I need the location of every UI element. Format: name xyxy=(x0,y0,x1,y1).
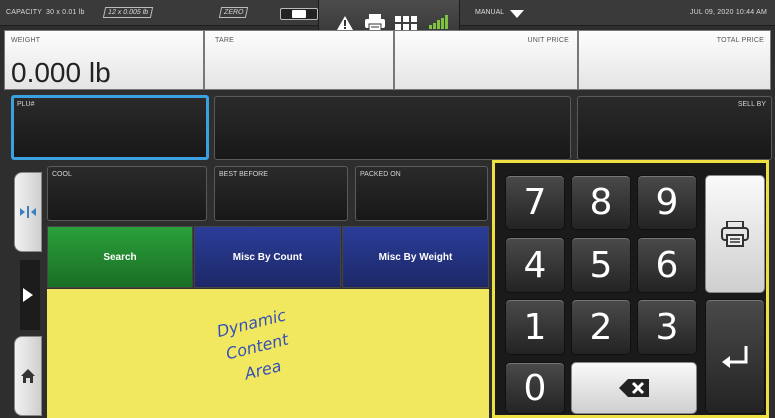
key-1[interactable]: 1 xyxy=(505,299,565,355)
mode-label[interactable]: MANUAL xyxy=(475,9,504,16)
collapse-button[interactable] xyxy=(14,172,42,252)
plu-label: PLU# xyxy=(17,101,35,108)
key-7[interactable]: 7 xyxy=(505,175,565,230)
best-before-field[interactable]: BEST BEFORE xyxy=(214,166,348,221)
key-6[interactable]: 6 xyxy=(637,237,697,293)
enter-button[interactable] xyxy=(705,299,765,414)
signal-icon xyxy=(429,15,449,29)
capacity-range-1: 30 x 0.01 lb xyxy=(46,9,85,16)
chevron-down-icon[interactable] xyxy=(510,10,524,18)
zero-indicator[interactable]: ZERO xyxy=(218,7,249,18)
cool-label: COOL xyxy=(52,171,72,178)
expand-button[interactable] xyxy=(14,260,42,330)
product-description xyxy=(214,96,571,160)
sell-by-field[interactable]: SELL BY xyxy=(577,96,772,160)
toggle-knob xyxy=(292,10,306,18)
key-8[interactable]: 8 xyxy=(571,175,631,230)
plu-input[interactable]: PLU# xyxy=(11,95,209,160)
misc-by-weight-button[interactable]: Misc By Weight xyxy=(342,226,489,288)
home-icon xyxy=(21,369,35,383)
capacity-label: CAPACITY xyxy=(6,9,43,16)
unit-price-field[interactable]: UNIT PRICE xyxy=(394,30,578,90)
printer-icon xyxy=(721,221,749,247)
dynamic-content-area: Dynamic Content Area xyxy=(47,289,489,418)
total-price-field: TOTAL PRICE xyxy=(578,30,771,90)
key-4[interactable]: 4 xyxy=(505,237,565,293)
backspace-icon xyxy=(619,379,649,397)
key-2[interactable]: 2 xyxy=(571,299,631,355)
warning-icon xyxy=(337,16,353,30)
weight-field: WEIGHT 0.000 lb xyxy=(4,30,204,90)
home-button[interactable] xyxy=(14,336,42,416)
cool-field[interactable]: COOL xyxy=(47,166,207,221)
status-bar: CAPACITY 30 x 0.01 lb 12 x 0.005 lb ZERO xyxy=(0,0,775,42)
tare-label: TARE xyxy=(215,37,234,44)
search-button[interactable]: Search xyxy=(47,226,193,288)
datetime: JUL 09, 2020 10:44 AM xyxy=(689,9,767,16)
key-0[interactable]: 0 xyxy=(505,362,565,414)
backspace-button[interactable] xyxy=(571,362,697,414)
capacity-range-2: 12 x 0.005 lb xyxy=(102,7,154,18)
packed-on-field[interactable]: PACKED ON xyxy=(355,166,488,221)
unit-price-label: UNIT PRICE xyxy=(527,37,569,44)
key-9[interactable]: 9 xyxy=(637,175,697,230)
total-price-label: TOTAL PRICE xyxy=(716,37,764,44)
numeric-keypad: 7 8 9 4 5 6 1 2 3 0 xyxy=(492,160,769,418)
misc-by-count-button[interactable]: Misc By Count xyxy=(194,226,341,288)
key-5[interactable]: 5 xyxy=(571,237,631,293)
enter-icon xyxy=(722,345,748,368)
collapse-icon xyxy=(20,206,36,218)
arrow-right-icon xyxy=(23,288,33,302)
tare-field[interactable]: TARE xyxy=(204,30,394,90)
weight-label: WEIGHT xyxy=(11,37,41,44)
scale-screen: CAPACITY 30 x 0.01 lb 12 x 0.005 lb ZERO xyxy=(0,0,775,418)
packed-on-label: PACKED ON xyxy=(360,171,401,178)
dynamic-content-caption: Dynamic Content Area xyxy=(214,304,300,391)
sell-by-label: SELL BY xyxy=(737,101,766,108)
best-before-label: BEST BEFORE xyxy=(219,171,268,178)
left-rail xyxy=(0,168,42,418)
weight-value: 0.000 lb xyxy=(11,57,111,88)
key-3[interactable]: 3 xyxy=(637,299,697,355)
grid-icon xyxy=(395,16,417,30)
print-button[interactable] xyxy=(705,175,765,293)
toggle-switch[interactable] xyxy=(280,8,318,20)
